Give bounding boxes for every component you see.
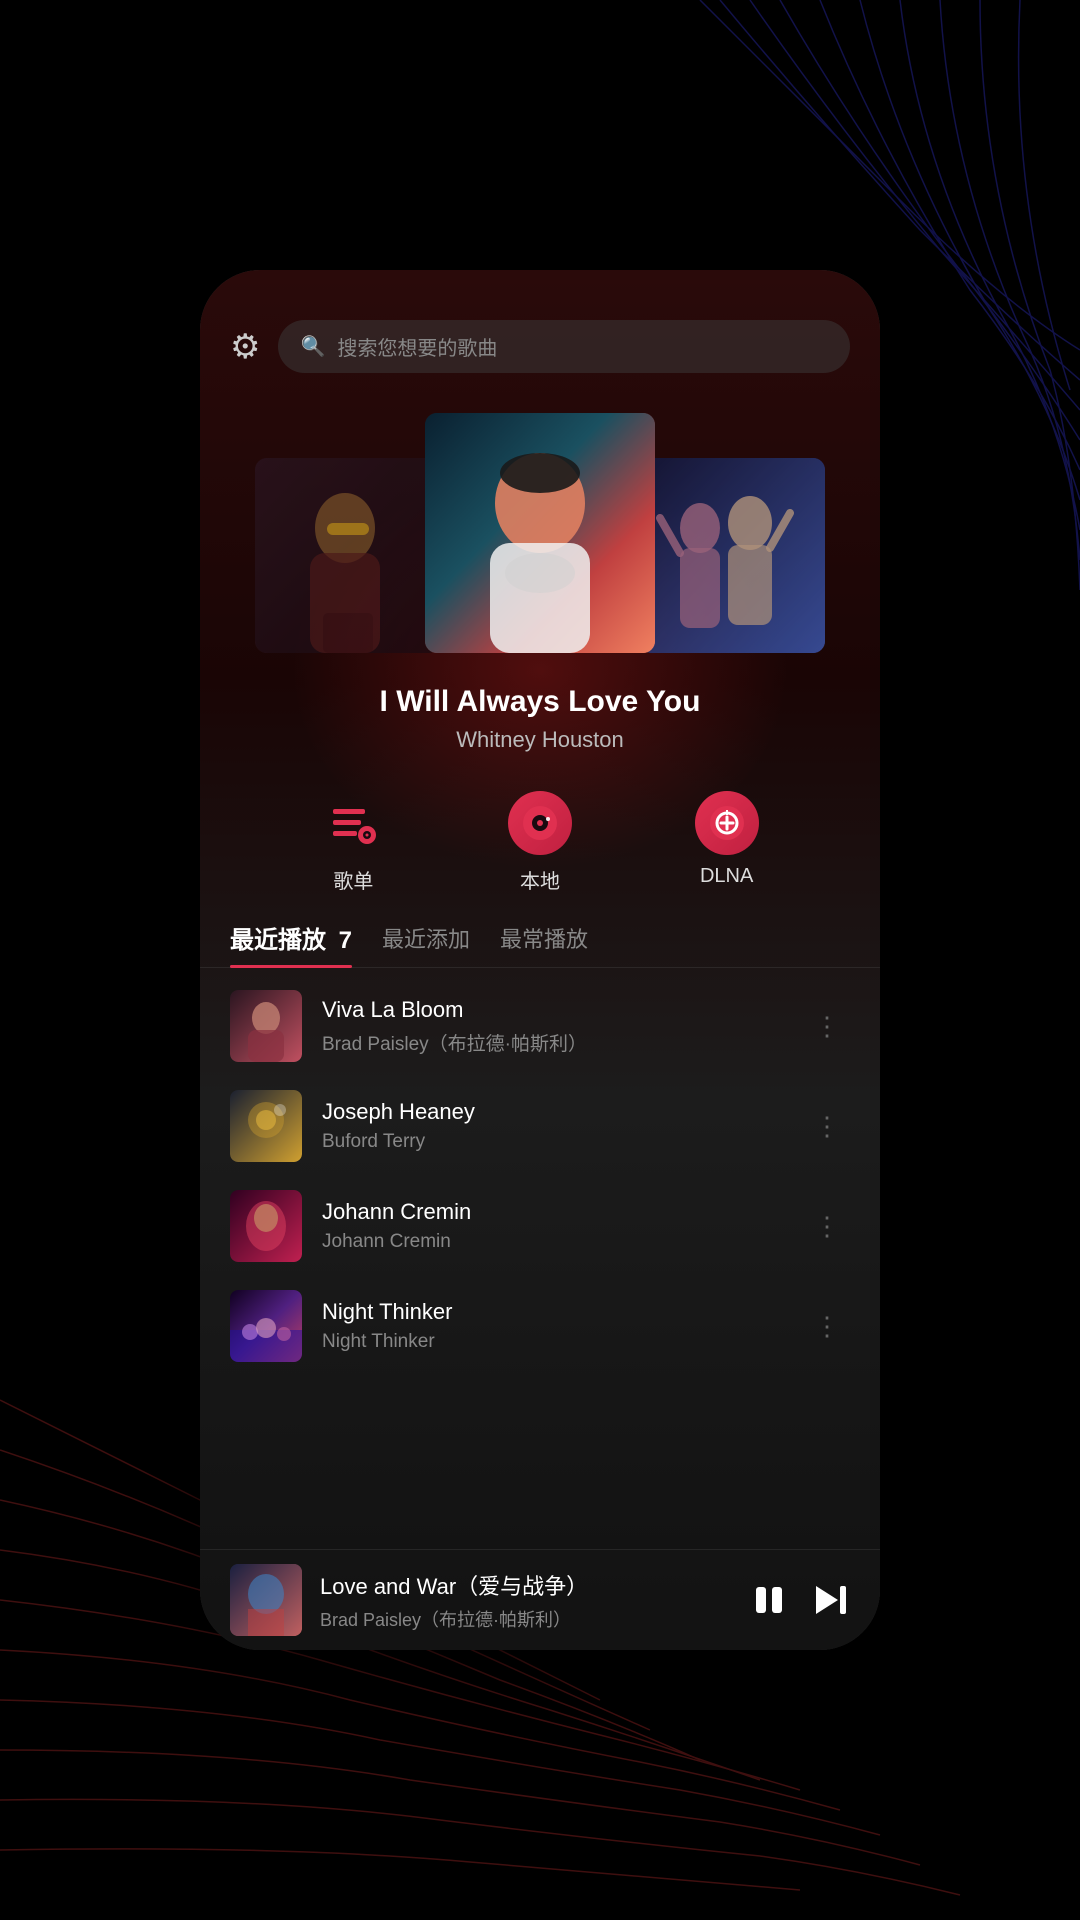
tab-frequent-label: 最常播放 <box>500 927 588 952</box>
song-info: I Will Always Love You Whitney Houston <box>200 663 880 763</box>
header: ⚙ 🔍 搜索您想要的歌曲 <box>200 270 880 393</box>
song-thumb-3 <box>230 1190 302 1262</box>
tab-added-label: 最近添加 <box>382 927 470 952</box>
song-info-3: Johann Cremin Johann Cremin <box>322 1199 784 1253</box>
search-bar[interactable]: 🔍 搜索您想要的歌曲 <box>278 320 850 373</box>
song-info-4: Night Thinker Night Thinker <box>322 1299 784 1353</box>
settings-icon[interactable]: ⚙ <box>230 327 260 367</box>
song-artist-4: Night Thinker <box>322 1331 784 1353</box>
album-art-left <box>255 458 440 653</box>
phone-shell: ⚙ 🔍 搜索您想要的歌曲 <box>200 270 880 1650</box>
song-thumb-2 <box>230 1090 302 1162</box>
song-row-4[interactable]: Night Thinker Night Thinker ⋮ <box>200 1276 880 1376</box>
playlist-label: 歌单 <box>333 865 373 894</box>
song-title-4: Night Thinker <box>322 1299 784 1325</box>
playlist-icon <box>321 791 385 855</box>
song-row-2[interactable]: Joseph Heaney Buford Terry ⋮ <box>200 1076 880 1176</box>
search-placeholder: 搜索您想要的歌曲 <box>337 332 497 361</box>
local-label: 本地 <box>520 865 560 894</box>
tab-added[interactable]: 最近添加 <box>382 922 470 966</box>
now-playing-info: Love and War（爱与战争） Brad Paisley（布拉德·帕斯利） <box>320 1569 732 1632</box>
nav-item-dlna[interactable]: DLNA <box>695 791 759 894</box>
nav-item-playlist[interactable]: 歌单 <box>321 791 385 894</box>
song-artist: Whitney Houston <box>230 727 850 753</box>
search-icon: 🔍 <box>300 334 325 359</box>
song-title-3: Johann Cremin <box>322 1199 784 1225</box>
tab-frequent[interactable]: 最常播放 <box>500 922 588 966</box>
song-title-2: Joseph Heaney <box>322 1099 784 1125</box>
song-info-1: Viva La Bloom Brad Paisley（布拉德·帕斯利） <box>322 997 784 1056</box>
tab-recent-count: 7 <box>339 927 352 954</box>
now-playing-thumb <box>230 1564 302 1636</box>
song-artist-3: Johann Cremin <box>322 1231 784 1253</box>
song-title: I Will Always Love You <box>230 685 850 719</box>
song-row-1[interactable]: Viva La Bloom Brad Paisley（布拉德·帕斯利） ⋮ <box>200 976 880 1076</box>
tab-recent-label: 最近播放 <box>230 927 326 954</box>
dlna-icon <box>695 791 759 855</box>
album-art-right <box>640 458 825 653</box>
song-artist-2: Buford Terry <box>322 1131 784 1153</box>
now-playing-artist: Brad Paisley（布拉德·帕斯利） <box>320 1606 732 1632</box>
tab-recent[interactable]: 最近播放 7 <box>230 920 352 967</box>
song-more-1[interactable]: ⋮ <box>804 1001 850 1052</box>
album-card-center[interactable] <box>425 413 655 653</box>
album-carousel <box>200 393 880 663</box>
song-list: Viva La Bloom Brad Paisley（布拉德·帕斯利） ⋮ <box>200 968 880 1549</box>
now-playing-controls <box>750 1581 850 1619</box>
song-more-3[interactable]: ⋮ <box>804 1201 850 1252</box>
album-card-left[interactable] <box>255 458 440 653</box>
song-title-1: Viva La Bloom <box>322 997 784 1023</box>
song-artist-1: Brad Paisley（布拉德·帕斯利） <box>322 1029 784 1056</box>
dlna-label: DLNA <box>700 865 753 888</box>
tabs-bar: 最近播放 7 最近添加 最常播放 <box>200 912 880 968</box>
song-info-2: Joseph Heaney Buford Terry <box>322 1099 784 1153</box>
album-card-right[interactable] <box>640 458 825 653</box>
song-more-2[interactable]: ⋮ <box>804 1101 850 1152</box>
next-button[interactable] <box>812 1581 850 1619</box>
local-icon <box>508 791 572 855</box>
pause-button[interactable] <box>750 1581 788 1619</box>
now-playing-bar[interactable]: Love and War（爱与战争） Brad Paisley（布拉德·帕斯利） <box>200 1549 880 1650</box>
song-thumb-1 <box>230 990 302 1062</box>
album-art-center <box>425 413 655 653</box>
nav-icons: 歌单 本地 <box>200 763 880 912</box>
song-more-4[interactable]: ⋮ <box>804 1301 850 1352</box>
now-playing-title: Love and War（爱与战争） <box>320 1569 732 1601</box>
song-thumb-4 <box>230 1290 302 1362</box>
song-row-3[interactable]: Johann Cremin Johann Cremin ⋮ <box>200 1176 880 1276</box>
nav-item-local[interactable]: 本地 <box>508 791 572 894</box>
